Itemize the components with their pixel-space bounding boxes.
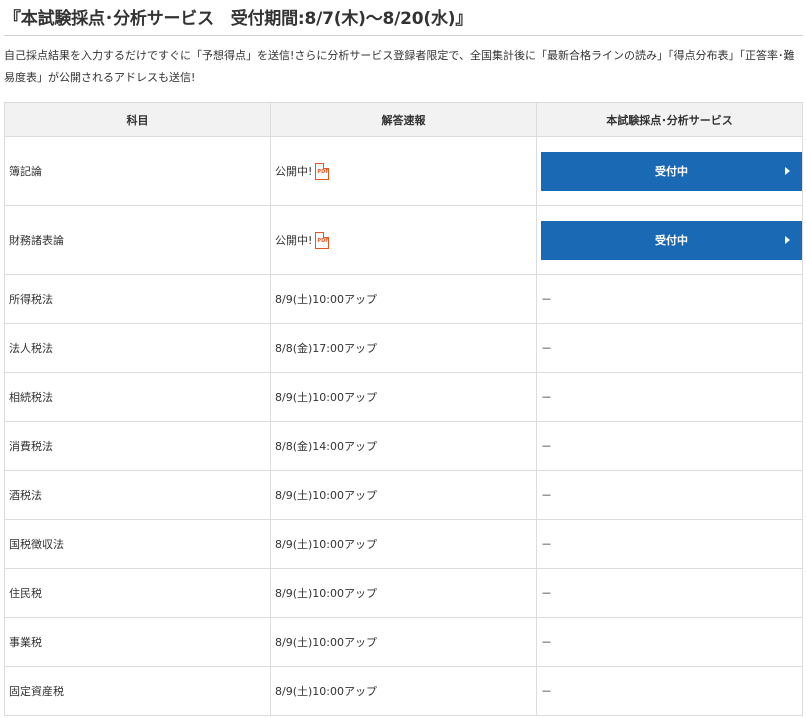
table-row: 酒税法 8/9(土)10:00アップ － — [5, 471, 803, 520]
answer-status: 公開中! — [275, 232, 312, 248]
subject-cell: 消費税法 — [5, 422, 271, 471]
table-row: 固定資産税 8/9(土)10:00アップ － — [5, 667, 803, 716]
page: 『本試験採点･分析サービス 受付期間:8/7(木)～8/20(水)』 自己採点結… — [0, 0, 806, 718]
answer-cell: 8/9(土)10:00アップ — [271, 569, 537, 618]
chevron-right-icon — [785, 236, 790, 244]
pdf-icon[interactable]: PDF — [315, 163, 329, 180]
service-cell: － — [537, 667, 803, 716]
answer-cell: 8/9(土)10:00アップ — [271, 275, 537, 324]
answer-cell: 8/9(土)10:00アップ — [271, 520, 537, 569]
subject-cell: 相続税法 — [5, 373, 271, 422]
page-title: 『本試験採点･分析サービス 受付期間:8/7(木)～8/20(水)』 — [4, 4, 472, 29]
service-cell: － — [537, 618, 803, 667]
service-table: 科目 解答速報 本試験採点･分析サービス 簿記論 公開中! PDF 受付中 — [4, 102, 803, 716]
table-header-row: 科目 解答速報 本試験採点･分析サービス — [5, 103, 803, 137]
service-cell: － — [537, 324, 803, 373]
service-cell: 受付中 — [537, 206, 803, 275]
accepting-button-label: 受付中 — [655, 163, 688, 179]
service-cell: － — [537, 569, 803, 618]
service-cell: － — [537, 471, 803, 520]
answer-cell: 8/9(土)10:00アップ — [271, 373, 537, 422]
answer-link[interactable]: 公開中! PDF — [275, 232, 329, 249]
table-row: 相続税法 8/9(土)10:00アップ － — [5, 373, 803, 422]
table-row: 事業税 8/9(土)10:00アップ － — [5, 618, 803, 667]
header-service: 本試験採点･分析サービス — [537, 103, 803, 137]
service-cell: － — [537, 422, 803, 471]
service-cell: － — [537, 275, 803, 324]
table-row: 住民税 8/9(土)10:00アップ － — [5, 569, 803, 618]
table-row: 法人税法 8/8(金)17:00アップ － — [5, 324, 803, 373]
subject-cell: 簿記論 — [5, 137, 271, 206]
answer-cell: 8/8(金)14:00アップ — [271, 422, 537, 471]
answer-cell: 8/9(土)10:00アップ — [271, 667, 537, 716]
service-cell: 受付中 — [537, 137, 803, 206]
subject-cell: 事業税 — [5, 618, 271, 667]
subject-cell: 財務諸表論 — [5, 206, 271, 275]
header-answer: 解答速報 — [271, 103, 537, 137]
service-cell: － — [537, 520, 803, 569]
table-row: 国税徴収法 8/9(土)10:00アップ － — [5, 520, 803, 569]
answer-cell: 公開中! PDF — [271, 137, 537, 206]
intro-text: 自己採点結果を入力するだけですぐに「予想得点」を送信!さらに分析サービス登録者限… — [4, 45, 804, 89]
title-divider — [4, 35, 803, 36]
subject-cell: 法人税法 — [5, 324, 271, 373]
accepting-button[interactable]: 受付中 — [541, 152, 802, 191]
answer-cell: 8/9(土)10:00アップ — [271, 618, 537, 667]
pdf-icon[interactable]: PDF — [315, 232, 329, 249]
header-subject: 科目 — [5, 103, 271, 137]
accepting-button[interactable]: 受付中 — [541, 221, 802, 260]
service-cell: － — [537, 373, 803, 422]
chevron-right-icon — [785, 167, 790, 175]
subject-cell: 所得税法 — [5, 275, 271, 324]
answer-status: 公開中! — [275, 163, 312, 179]
accepting-button-label: 受付中 — [655, 232, 688, 248]
answer-cell: 8/9(土)10:00アップ — [271, 471, 537, 520]
table-row: 消費税法 8/8(金)14:00アップ － — [5, 422, 803, 471]
subject-cell: 住民税 — [5, 569, 271, 618]
answer-cell: 8/8(金)17:00アップ — [271, 324, 537, 373]
subject-cell: 固定資産税 — [5, 667, 271, 716]
table-row: 所得税法 8/9(土)10:00アップ － — [5, 275, 803, 324]
answer-cell: 公開中! PDF — [271, 206, 537, 275]
answer-link[interactable]: 公開中! PDF — [275, 163, 329, 180]
subject-cell: 酒税法 — [5, 471, 271, 520]
subject-cell: 国税徴収法 — [5, 520, 271, 569]
table-row: 簿記論 公開中! PDF 受付中 — [5, 137, 803, 206]
table-row: 財務諸表論 公開中! PDF 受付中 — [5, 206, 803, 275]
